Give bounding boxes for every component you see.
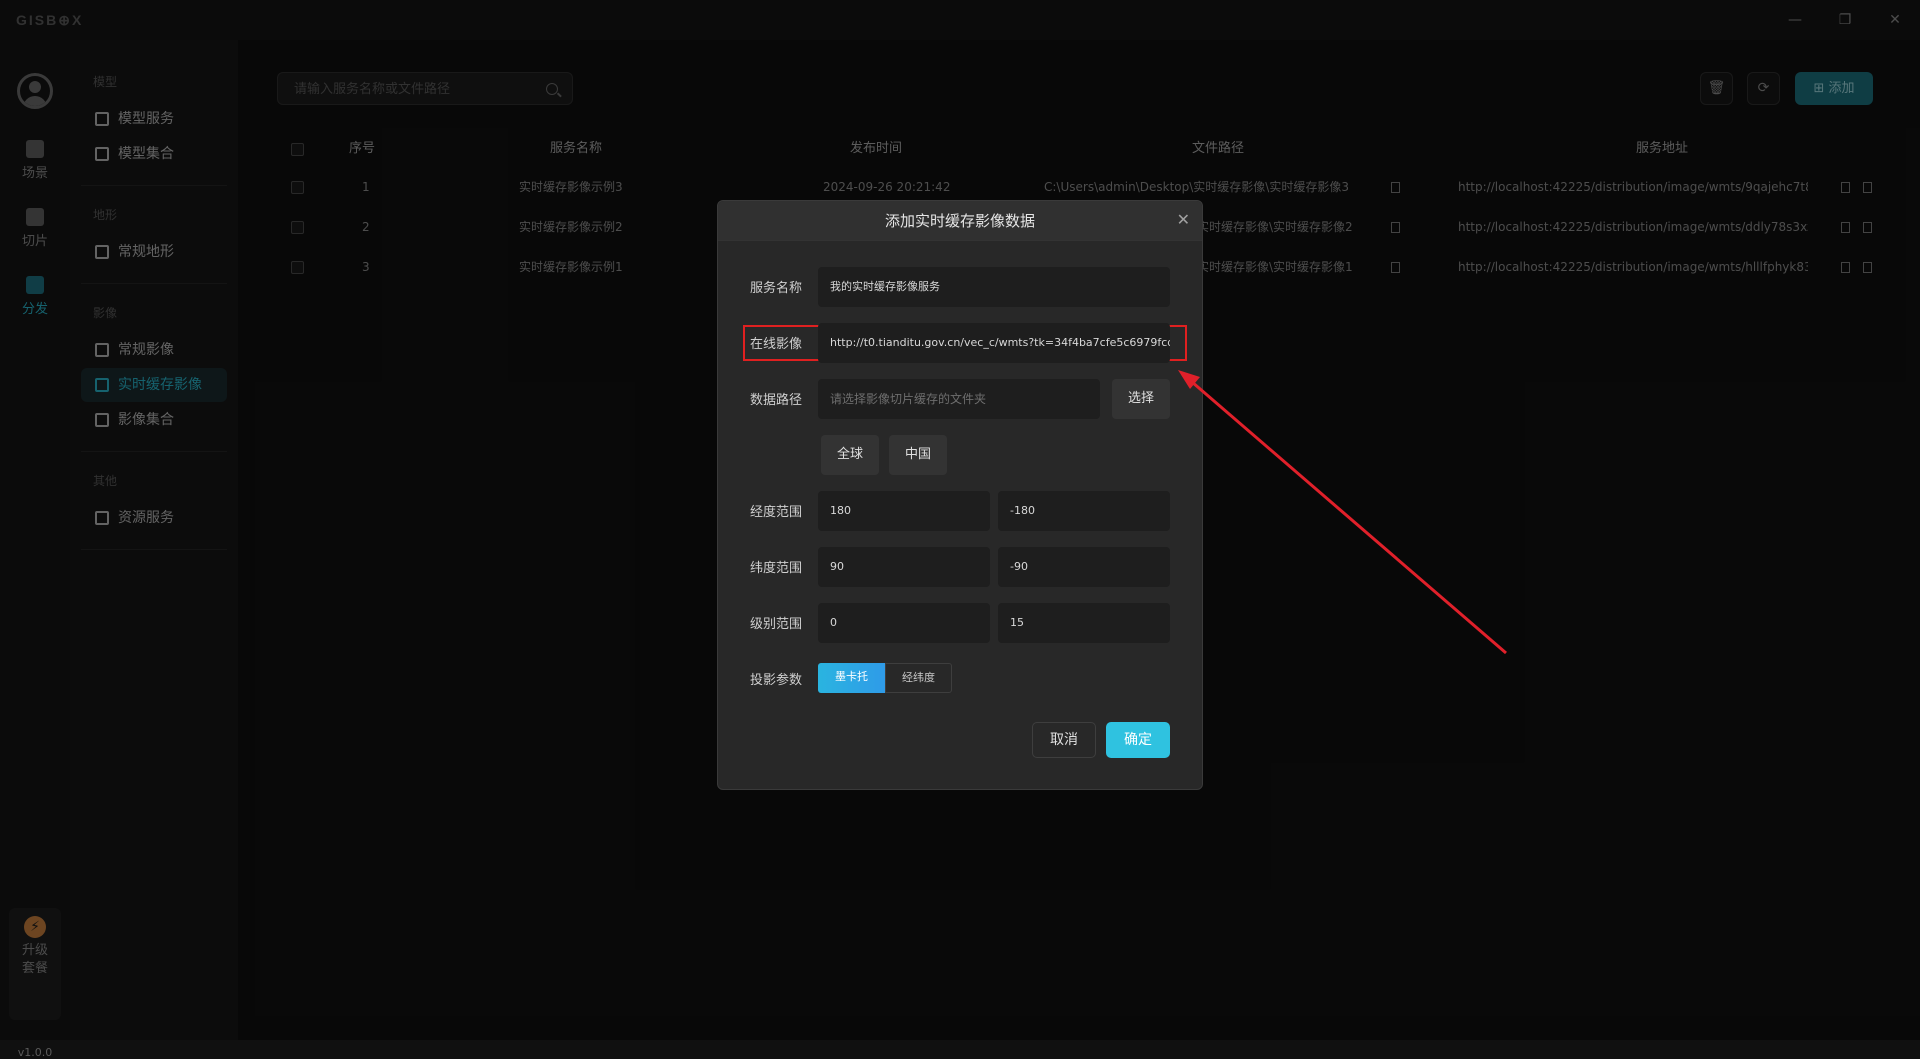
- annotation-arrow: [1178, 370, 1507, 655]
- version-label: v1.0.0: [17, 1046, 53, 1059]
- arrow-line: [1191, 380, 1507, 655]
